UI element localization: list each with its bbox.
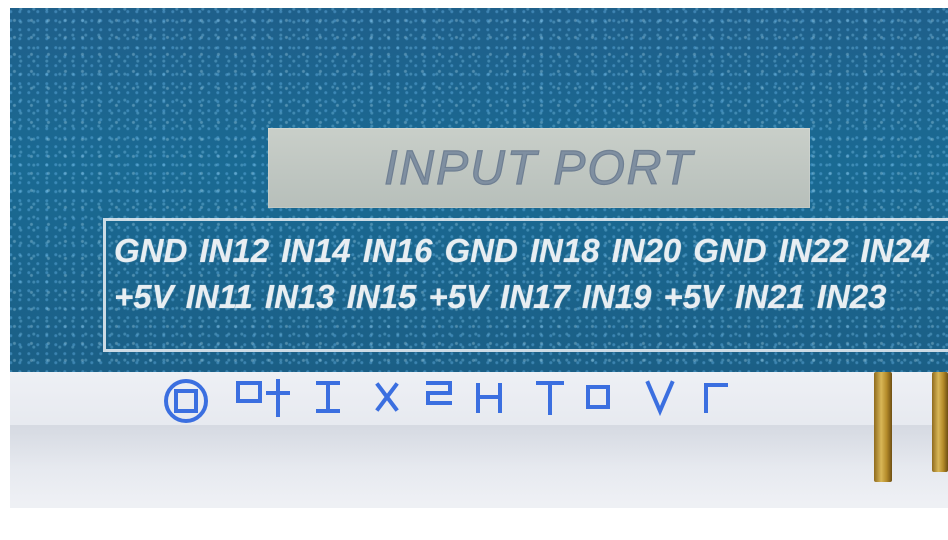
pin-label: IN21 — [735, 278, 805, 315]
gold-header-pin — [874, 372, 892, 482]
pin-label: +5V — [663, 278, 724, 315]
housing-shadow — [0, 425, 948, 495]
pin-label: IN14 — [281, 232, 351, 269]
pin-label-row-bottom: +5V IN11 IN13 IN15 +5V IN17 IN19 +5V IN2… — [114, 278, 887, 316]
pin-label: +5V — [428, 278, 488, 315]
pin-label: IN16 — [362, 232, 433, 269]
pin-label: IN17 — [499, 278, 570, 315]
pin-label: GND — [444, 232, 518, 269]
input-port-label-plate: INPUT PORT — [268, 128, 810, 208]
image-border-left — [0, 0, 10, 540]
pin-label: IN23 — [816, 278, 887, 315]
pin-label: IN20 — [611, 232, 682, 269]
pin-label: IN19 — [581, 278, 652, 315]
image-border-bottom — [0, 508, 948, 540]
blue-ink-stamp — [158, 373, 758, 429]
pin-label: IN12 — [199, 232, 270, 269]
image-border-top — [0, 0, 948, 8]
pin-label-row-top: GND IN12 IN14 IN16 GND IN18 IN20 GND IN2… — [114, 232, 930, 270]
gold-header-pin — [932, 372, 948, 472]
pin-label: IN15 — [346, 278, 417, 315]
pin-label: +5V — [114, 278, 174, 315]
input-port-label: INPUT PORT — [383, 141, 694, 195]
pin-label: IN18 — [529, 232, 600, 269]
pin-label: IN24 — [860, 232, 931, 269]
pcb-photo: INPUT PORT GND IN12 IN14 IN16 GND IN18 I… — [0, 0, 948, 540]
pin-label: IN11 — [185, 278, 253, 315]
pin-label: GND — [114, 232, 188, 269]
pin-label: GND — [693, 232, 767, 269]
pin-label: IN13 — [264, 278, 335, 315]
pin-label: IN22 — [778, 232, 849, 269]
